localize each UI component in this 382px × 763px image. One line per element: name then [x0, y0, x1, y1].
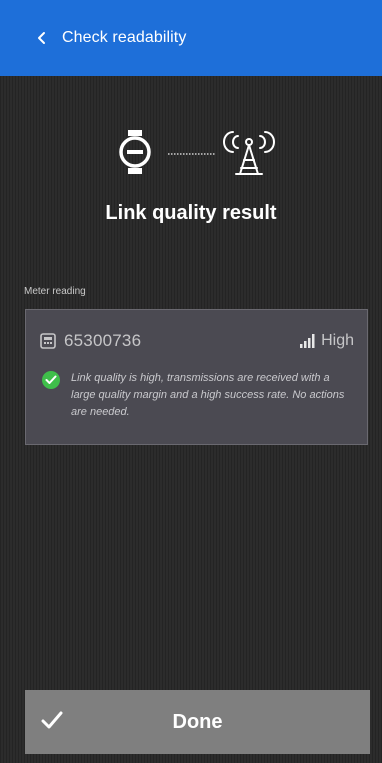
app-header: Check readability [0, 0, 382, 76]
page-title: Check readability [62, 29, 187, 46]
quality-label: High [321, 332, 354, 349]
meter-reading-card: 65300736 High Link quality is high, tran… [25, 309, 368, 445]
meter-id: 65300736 [64, 331, 142, 350]
done-button[interactable]: Done [25, 690, 370, 754]
status-message: Link quality is high, transmissions are … [42, 370, 352, 421]
back-button[interactable] [22, 18, 62, 58]
link-illustration [0, 118, 382, 188]
check-icon [41, 710, 63, 730]
check-circle-icon [42, 371, 60, 389]
section-label: Meter reading [24, 286, 86, 297]
meter-icon [119, 130, 151, 174]
meter-row: 65300736 High [40, 330, 354, 352]
signal-bars-icon [299, 334, 315, 348]
done-label: Done [172, 710, 223, 733]
chevron-left-icon [37, 31, 47, 45]
screen: Check readability Link quality result Me… [0, 0, 382, 763]
status-text: Link quality is high, transmissions are … [71, 372, 345, 418]
radio-antenna-icon [223, 131, 275, 175]
meter-device-icon [40, 333, 56, 349]
result-title: Link quality result [105, 202, 277, 224]
quality-indicator: High [299, 332, 354, 350]
